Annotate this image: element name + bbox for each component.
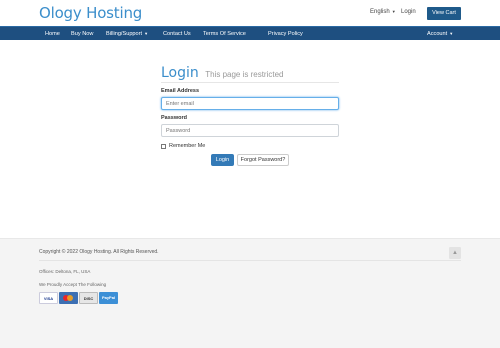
email-label: Email Address	[161, 88, 200, 94]
mastercard-circles	[63, 295, 74, 301]
page-title: Login	[161, 65, 199, 81]
language-selector[interactable]: English ▼	[370, 9, 396, 15]
footer-divider	[39, 260, 461, 261]
language-label: English	[370, 9, 390, 15]
password-label: Password	[161, 115, 187, 121]
header: Ology Hosting English ▼ Login View Cart	[0, 0, 500, 26]
nav-item-home[interactable]: Home	[45, 27, 60, 41]
header-login-link[interactable]: Login	[401, 9, 416, 15]
remember-me[interactable]: Remember Me	[161, 143, 205, 149]
chevron-down-icon: ▼	[449, 31, 454, 36]
email-field[interactable]	[161, 97, 339, 110]
view-cart-button[interactable]: View Cart	[427, 7, 461, 20]
chevron-up-icon[interactable]: ▲	[449, 247, 461, 259]
discover-card-icon: DISC	[79, 292, 98, 304]
copyright-text: Copyright © 2022 Ology Hosting. All Righ…	[39, 249, 159, 255]
nav-item-account-label: Account	[427, 31, 448, 37]
page-subtitle: This page is restricted	[205, 70, 284, 79]
mastercard-orange-circle	[67, 295, 73, 301]
login-heading: Login This page is restricted	[161, 64, 339, 83]
nav-item-contact-us[interactable]: Contact Us	[163, 27, 191, 41]
forgot-password-button[interactable]: Forgot Password?	[237, 154, 289, 166]
remember-me-checkbox[interactable]	[161, 143, 166, 149]
login-button[interactable]: Login	[211, 154, 234, 166]
nav-item-buy-now[interactable]: Buy Now	[71, 27, 93, 41]
nav-item-billing-label: Billing/Support	[106, 31, 143, 37]
remember-me-label: Remember Me	[169, 143, 206, 149]
accepted-payments-text: We Proudly Accept The Following	[39, 282, 107, 287]
visa-card-icon: VISA	[39, 292, 58, 304]
nav-item-account[interactable]: Account ▼	[427, 27, 453, 41]
chevron-down-icon: ▼	[391, 9, 396, 14]
nav-item-terms[interactable]: Terms Of Service	[203, 27, 246, 41]
main-navbar: Home Buy Now Billing/Support ▼ Contact Us…	[0, 26, 500, 40]
nav-item-billing-support[interactable]: Billing/Support ▼	[106, 27, 148, 41]
nav-item-privacy[interactable]: Privacy Policy	[268, 27, 303, 41]
mastercard-icon	[59, 292, 78, 304]
paypal-icon: PayPal	[99, 292, 118, 304]
site-logo[interactable]: Ology Hosting	[39, 4, 142, 22]
payment-cards: VISA DISC PayPal	[39, 292, 118, 304]
offices-text: Offices: Deltona, FL, USA	[39, 269, 91, 274]
password-field[interactable]	[161, 124, 339, 137]
chevron-down-icon: ▼	[144, 31, 149, 36]
footer: Copyright © 2022 Ology Hosting. All Righ…	[0, 238, 500, 348]
